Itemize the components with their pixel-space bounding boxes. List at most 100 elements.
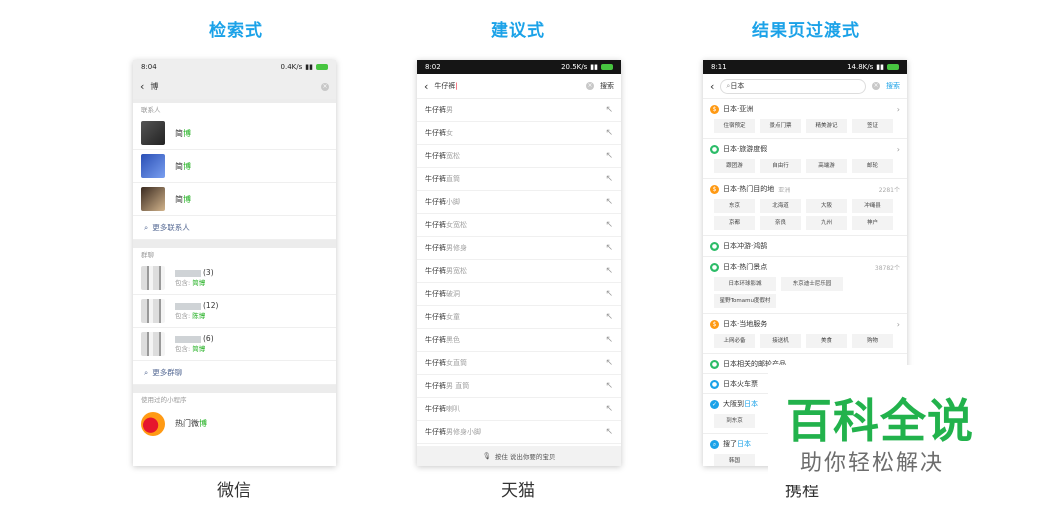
fill-arrow-icon[interactable]: ↖: [605, 335, 613, 345]
result-cruise[interactable]: ● 日本冲游·鸿鹄: [703, 236, 907, 257]
tag[interactable]: 冲绳县: [852, 199, 893, 213]
fill-arrow-icon[interactable]: ↖: [605, 289, 613, 299]
suggestion-item[interactable]: 牛仔裤宽松 ↖: [417, 145, 621, 168]
search-button[interactable]: 搜索: [886, 81, 900, 91]
fill-arrow-icon[interactable]: ↖: [605, 243, 613, 253]
group-item[interactable]: (12) 包含: 陈博: [133, 295, 336, 328]
fill-arrow-icon[interactable]: ↖: [605, 220, 613, 230]
tag[interactable]: 神户: [852, 216, 893, 230]
result-spots[interactable]: ● 日本·热门景点 38782个 日本环球影城 东京迪士尼乐园 星野Tomamu度假村: [703, 257, 907, 314]
fill-arrow-icon[interactable]: ↖: [605, 427, 613, 437]
contact-item[interactable]: 简博: [133, 183, 336, 216]
blurred-name: [175, 302, 201, 310]
suggestion-item[interactable]: 牛仔裤女童 ↖: [417, 306, 621, 329]
suggestion-item[interactable]: 牛仔裤男宽松 ↖: [417, 260, 621, 283]
fill-arrow-icon[interactable]: ↖: [605, 151, 613, 161]
clear-icon[interactable]: ×: [321, 82, 329, 91]
fill-arrow-icon[interactable]: ↖: [605, 266, 613, 276]
suggestion-text: 牛仔裤宽松: [425, 152, 460, 160]
fill-arrow-icon[interactable]: ↖: [605, 312, 613, 322]
contact-item[interactable]: 简博: [133, 150, 336, 183]
back-arrow-icon[interactable]: ‹: [140, 80, 144, 93]
tag[interactable]: 自由行: [760, 159, 801, 173]
caption-wechat: 微信: [217, 481, 251, 501]
tag[interactable]: 到东京: [714, 414, 755, 428]
group-info: (3) 包含: 简博: [175, 268, 214, 287]
search-input[interactable]: 博: [150, 81, 315, 92]
group-item[interactable]: (6) 包含: 简博: [133, 328, 336, 361]
fill-arrow-icon[interactable]: ↖: [605, 197, 613, 207]
tag-list: 跟团游 自由行 高端游 邮轮: [710, 156, 900, 177]
fill-arrow-icon[interactable]: ↖: [605, 358, 613, 368]
tag[interactable]: 日本环球影城: [714, 277, 776, 291]
back-arrow-icon[interactable]: ‹: [424, 80, 428, 93]
search-bar: ‹ ⌕日本 × 搜索: [703, 74, 907, 99]
miniapp-item[interactable]: 热门微博: [133, 407, 336, 440]
tag[interactable]: 星野Tomamu度假村: [714, 294, 776, 308]
suggestion-item[interactable]: 牛仔裤男 ↖: [417, 99, 621, 122]
suggestion-item[interactable]: 牛仔裤男修身 ↖: [417, 237, 621, 260]
tag[interactable]: 接送机: [760, 334, 801, 348]
clear-icon[interactable]: ×: [872, 82, 880, 90]
tag[interactable]: 九州: [806, 216, 847, 230]
suggestion-item[interactable]: 牛仔裤小脚 ↖: [417, 191, 621, 214]
contact-item[interactable]: 简博: [133, 117, 336, 150]
result-destination[interactable]: $ 日本·热门目的地 亚洲 2281个 东京 北海道 大阪 冲绳县 京都 奈良 九州 神户: [703, 179, 907, 236]
back-arrow-icon[interactable]: ‹: [710, 80, 714, 93]
net-speed: 0.4K/s: [280, 63, 303, 71]
tag[interactable]: 大阪: [806, 199, 847, 213]
suggestion-text: 牛仔裤男修身: [425, 244, 467, 252]
tag[interactable]: 韩国: [714, 454, 755, 466]
tag[interactable]: 购物: [852, 334, 893, 348]
suggestion-item[interactable]: 牛仔裤破洞 ↖: [417, 283, 621, 306]
tag[interactable]: 精美游记: [806, 119, 847, 133]
suggestion-item[interactable]: 牛仔裤黑色 ↖: [417, 329, 621, 352]
tag[interactable]: 东京: [714, 199, 755, 213]
tag[interactable]: 北海道: [760, 199, 801, 213]
contact-list: 简博 简博 简博: [133, 117, 336, 216]
tag[interactable]: 景点门票: [760, 119, 801, 133]
tag[interactable]: 高端游: [806, 159, 847, 173]
more-contacts-link[interactable]: ⌕ 更多联系人: [133, 216, 336, 240]
tag[interactable]: 奈良: [760, 216, 801, 230]
avatar: [141, 154, 165, 178]
result-tour[interactable]: ● 日本·旅游度假 › 跟团游 自由行 高端游 邮轮: [703, 139, 907, 179]
suggestion-item[interactable]: 牛仔裤男 直筒 ↖: [417, 375, 621, 398]
group-info: (6) 包含: 简博: [175, 334, 214, 353]
tag[interactable]: 上网必备: [714, 334, 755, 348]
suggestion-item[interactable]: 牛仔裤男修身小脚 ↖: [417, 421, 621, 444]
fill-arrow-icon[interactable]: ↖: [605, 174, 613, 184]
fill-arrow-icon[interactable]: ↖: [605, 128, 613, 138]
search-button[interactable]: 搜索: [600, 81, 614, 91]
result-asia[interactable]: $ 日本·亚洲 › 住宿预定 景点门票 精美游记 签证: [703, 99, 907, 139]
tag[interactable]: 签证: [852, 119, 893, 133]
more-groups-link[interactable]: ⌕ 更多群聊: [133, 361, 336, 385]
clear-icon[interactable]: ×: [586, 82, 594, 90]
title-search-style: 检索式: [209, 21, 263, 41]
result-local[interactable]: $ 日本·当地服务 › 上网必备 接送机 美食 购物: [703, 314, 907, 354]
contacts-label: 联系人: [141, 106, 161, 114]
tag[interactable]: 东京迪士尼乐园: [781, 277, 843, 291]
group-item[interactable]: (3) 包含: 简博: [133, 262, 336, 295]
tag-list: 日本环球影城 东京迪士尼乐园 星野Tomamu度假村: [710, 274, 900, 312]
suggestion-item[interactable]: 牛仔裤喇叭 ↖: [417, 398, 621, 421]
blurred-name: [175, 335, 201, 343]
suggestion-item[interactable]: 牛仔裤女宽松 ↖: [417, 214, 621, 237]
tag[interactable]: 京都: [714, 216, 755, 230]
tag[interactable]: 跟团游: [714, 159, 755, 173]
search-input[interactable]: ⌕日本: [720, 78, 866, 94]
fill-arrow-icon[interactable]: ↖: [605, 381, 613, 391]
contact-name: 简博: [175, 194, 191, 204]
search-input[interactable]: 牛仔裤|: [434, 81, 580, 91]
suggestion-item[interactable]: 牛仔裤女 ↖: [417, 122, 621, 145]
suggestion-item[interactable]: 牛仔裤直筒 ↖: [417, 168, 621, 191]
suggestion-item[interactable]: 牛仔裤女直筒 ↖: [417, 352, 621, 375]
tag[interactable]: 住宿预定: [714, 119, 755, 133]
voice-search-bar[interactable]: 🎙 按住 说出你要的宝贝: [417, 446, 621, 466]
title-suggest-style: 建议式: [491, 21, 545, 41]
fill-arrow-icon[interactable]: ↖: [605, 105, 613, 115]
tag[interactable]: 邮轮: [852, 159, 893, 173]
tag[interactable]: 美食: [806, 334, 847, 348]
suggestion-list: 牛仔裤男 ↖ 牛仔裤女 ↖ 牛仔裤宽松 ↖ 牛仔裤直筒 ↖ 牛仔裤小脚 ↖ 牛仔裤女宽松 ↖ 牛仔裤男修…: [417, 99, 621, 444]
fill-arrow-icon[interactable]: ↖: [605, 404, 613, 414]
